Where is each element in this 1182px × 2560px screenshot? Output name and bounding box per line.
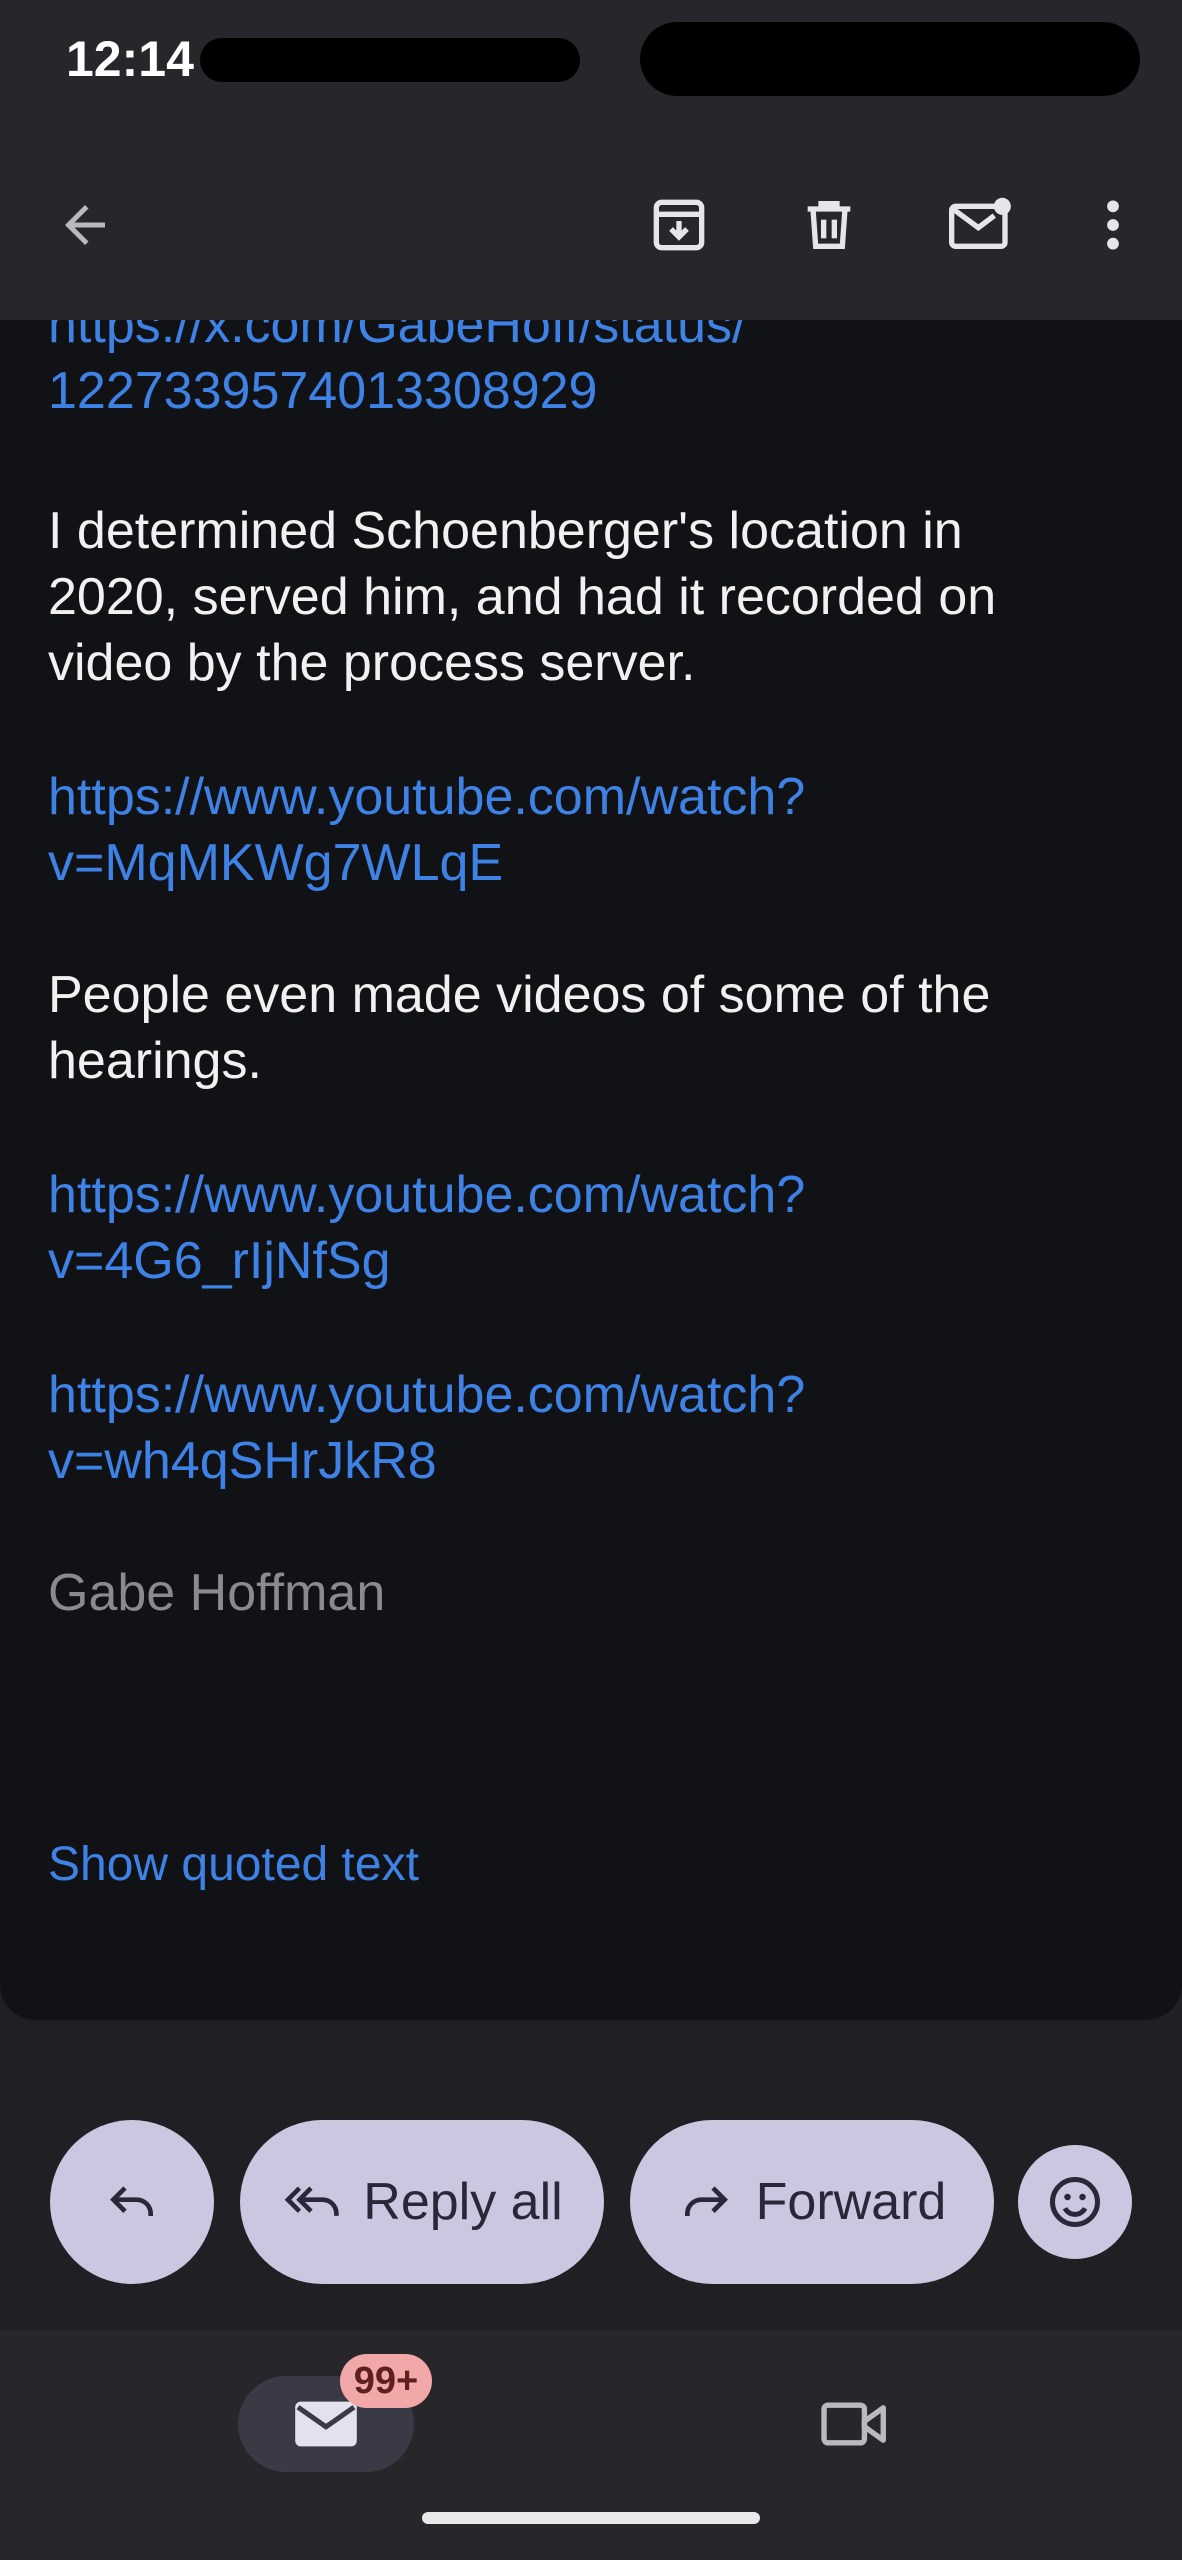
link-text: v=wh4qSHrJkR8 bbox=[48, 1432, 437, 1490]
mail-unread-icon bbox=[949, 197, 1011, 249]
link-text: https://www.youtube.com/watch? bbox=[48, 1166, 806, 1224]
link-text: https://www.youtube.com/watch? bbox=[48, 1366, 806, 1424]
mail-icon bbox=[295, 2401, 357, 2447]
bottom-navigation: 99+ bbox=[0, 2330, 1182, 2560]
status-bar: 12:14 bbox=[0, 0, 1182, 120]
reply-icon bbox=[110, 2186, 153, 2216]
signature: Gabe Hoffman bbox=[48, 1564, 386, 1622]
redacted-area bbox=[200, 38, 580, 82]
youtube-link-3[interactable]: https://www.youtube.com/watch? v=wh4qSHr… bbox=[48, 1362, 1128, 1494]
link-text: v=MqMKWg7WLqE bbox=[48, 834, 504, 892]
email-toolbar bbox=[0, 120, 1182, 320]
youtube-link-2[interactable]: https://www.youtube.com/watch? v=4G6_rIj… bbox=[48, 1162, 1128, 1294]
more-options-button[interactable] bbox=[1068, 180, 1158, 270]
text-line: People even made videos of some of the bbox=[48, 966, 991, 1024]
emoji-icon bbox=[1050, 2177, 1100, 2227]
status-link[interactable]: https://x.com/GabeHoff/status/ 122733957… bbox=[48, 320, 1128, 424]
delete-button[interactable] bbox=[784, 180, 874, 270]
text-line: I determined Schoenberger's location in bbox=[48, 502, 963, 560]
text-line: video by the process server. bbox=[48, 634, 696, 692]
reply-all-label: Reply all bbox=[363, 2173, 563, 2231]
email-body: https://x.com/GabeHoff/status/ 122733957… bbox=[0, 320, 1182, 2020]
home-indicator[interactable] bbox=[422, 2512, 760, 2524]
archive-icon bbox=[653, 199, 705, 251]
status-time: 12:14 bbox=[66, 31, 194, 87]
paragraph-hearings: People even made videos of some of the h… bbox=[48, 962, 1128, 1094]
forward-icon bbox=[684, 2186, 728, 2216]
forward-button[interactable]: Forward bbox=[630, 2120, 994, 2284]
link-text: https://x.com/GabeHoff/status/ bbox=[48, 320, 747, 354]
reply-all-icon bbox=[284, 2186, 339, 2216]
video-camera-icon bbox=[821, 2402, 886, 2446]
arrow-left-icon bbox=[65, 205, 105, 245]
reply-all-button[interactable]: Reply all bbox=[240, 2120, 604, 2284]
mark-unread-button[interactable] bbox=[936, 180, 1026, 270]
reply-actions: Reply all Forward bbox=[0, 2020, 1182, 2330]
trash-icon bbox=[807, 201, 851, 249]
link-text: v=4G6_rIjNfSg bbox=[48, 1232, 391, 1290]
more-vert-icon bbox=[1107, 200, 1119, 250]
text-line: 2020, served him, and had it recorded on bbox=[48, 568, 997, 626]
text-line: hearings. bbox=[48, 1032, 262, 1090]
nav-meet-tab[interactable] bbox=[810, 2384, 900, 2464]
emoji-reaction-button[interactable] bbox=[1018, 2145, 1132, 2259]
paragraph-service: I determined Schoenberger's location in … bbox=[48, 498, 1128, 696]
redacted-area bbox=[640, 22, 1140, 96]
link-text: https://www.youtube.com/watch? bbox=[48, 768, 806, 826]
link-text: 1227339574013308929 bbox=[48, 362, 598, 420]
forward-label: Forward bbox=[755, 2173, 947, 2231]
archive-button[interactable] bbox=[634, 180, 724, 270]
youtube-link-1[interactable]: https://www.youtube.com/watch? v=MqMKWg7… bbox=[48, 764, 1128, 896]
unread-count-badge: 99+ bbox=[340, 2354, 432, 2408]
reply-button[interactable] bbox=[50, 2120, 214, 2284]
show-quoted-text-link[interactable]: Show quoted text bbox=[48, 1832, 1128, 1898]
back-button[interactable] bbox=[40, 180, 130, 270]
